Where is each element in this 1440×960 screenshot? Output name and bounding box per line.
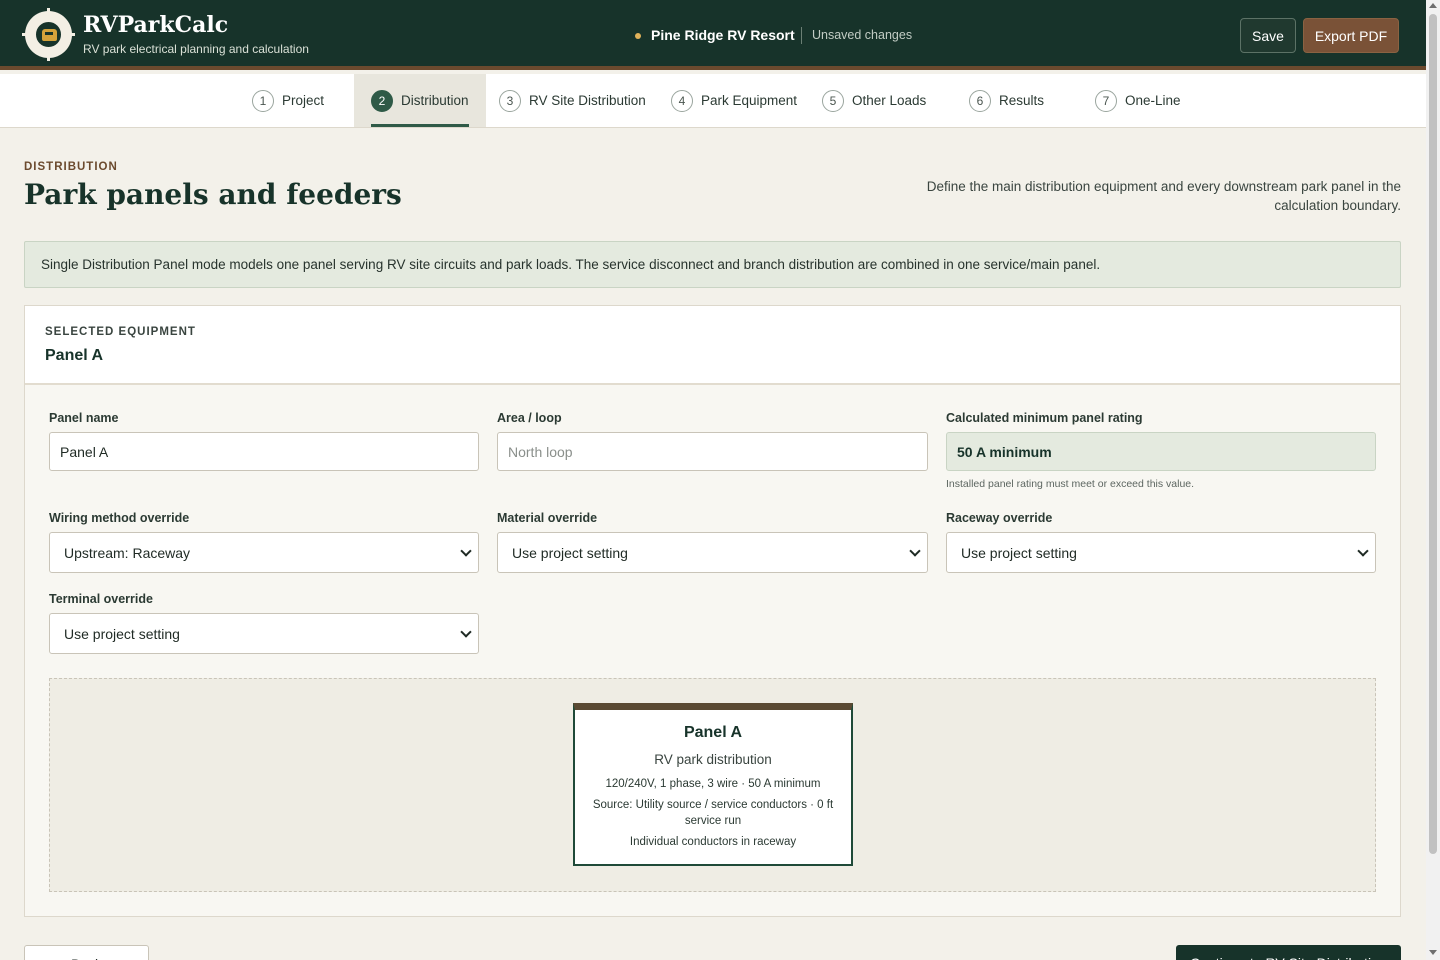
panel-name-input[interactable]: Panel A: [49, 432, 479, 471]
material-value: Use project setting: [512, 544, 628, 561]
panel-node-title: Panel A: [683, 724, 743, 741]
step-label: One-Line: [1125, 93, 1181, 108]
scroll-down-icon[interactable]: [1429, 950, 1437, 955]
project-name: Pine Ridge RV Resort: [651, 27, 795, 43]
page-title: Park panels and feeders: [24, 178, 402, 211]
section-eyebrow: DISTRIBUTION: [24, 161, 118, 173]
step-label: RV Site Distribution: [529, 93, 646, 108]
min-rating-hint: Installed panel rating must meet or exce…: [946, 478, 1195, 490]
panel-node-source: Source: Utility source / service conduct…: [592, 799, 834, 827]
selected-equipment-title: Panel A: [45, 347, 104, 364]
step-number: 7: [1095, 89, 1117, 112]
step-project[interactable]: 1 Project: [252, 74, 324, 127]
raceway-label: Raceway override: [946, 511, 1053, 525]
panel-node[interactable]: Panel A RV park distribution 120/240V, 1…: [573, 703, 853, 866]
active-step-indicator: [371, 124, 469, 127]
card-eyebrow: SELECTED EQUIPMENT: [45, 326, 196, 338]
min-rating-value: 50 A minimum: [946, 432, 1376, 471]
mode-notice: Single Distribution Panel mode models on…: [24, 241, 1401, 288]
step-number: 6: [969, 89, 991, 112]
app-name: RVParkCalc: [83, 12, 229, 38]
unsaved-dot-icon: [635, 33, 641, 39]
step-label: Other Loads: [852, 93, 927, 108]
back-button[interactable]: Back: [24, 945, 149, 960]
panel-node-subtitle: RV park distribution: [654, 752, 772, 767]
step-label: Distribution: [401, 93, 469, 108]
chevron-down-icon: [460, 545, 472, 557]
step-number: 1: [252, 89, 274, 112]
chevron-down-icon: [1357, 545, 1369, 557]
wiring-method-select[interactable]: Upstream: Raceway: [49, 532, 479, 573]
step-label: Park Equipment: [701, 93, 798, 108]
step-number: 5: [822, 89, 844, 112]
raceway-value: Use project setting: [961, 544, 1077, 561]
save-button[interactable]: Save: [1240, 18, 1296, 53]
terminal-select[interactable]: Use project setting: [49, 613, 479, 654]
scrollbar-thumb[interactable]: [1429, 14, 1437, 854]
terminal-value: Use project setting: [64, 625, 180, 642]
panel-node-rating: 120/240V, 1 phase, 3 wire · 50 A minimum: [605, 778, 821, 790]
wiring-method-value: Upstream: Raceway: [64, 544, 191, 561]
card-header: SELECTED EQUIPMENT Panel A: [25, 306, 1400, 385]
panel-node-wiring: Individual conductors in raceway: [629, 836, 797, 848]
step-other-loads[interactable]: 5 Other Loads: [822, 74, 926, 127]
step-park-equipment[interactable]: 4 Park Equipment: [671, 74, 797, 127]
step-number: 3: [499, 89, 521, 112]
divider: [801, 27, 802, 44]
step-navigation: 1 Project 2 Distribution 3 RV Site Distr…: [0, 74, 1426, 128]
step-label: Results: [999, 93, 1045, 108]
area-loop-label: Area / loop: [497, 411, 562, 425]
app-tagline: RV park electrical planning and calculat…: [83, 42, 309, 56]
app-header: RVParkCalc RV park electrical planning a…: [0, 0, 1426, 70]
step-results[interactable]: 6 Results: [969, 74, 1044, 127]
step-number: 4: [671, 89, 693, 112]
continue-button[interactable]: Continue to RV Site Distribution: [1176, 945, 1401, 960]
rv-target-icon: [22, 8, 75, 61]
panel-name-label: Panel name: [49, 411, 119, 425]
step-one-line[interactable]: 7 One-Line: [1095, 74, 1181, 127]
min-rating-label: Calculated minimum panel rating: [946, 411, 1143, 425]
step-label: Project: [282, 93, 325, 108]
page-description: Define the main distribution equipment a…: [926, 179, 1401, 213]
material-label: Material override: [497, 511, 598, 525]
raceway-select[interactable]: Use project setting: [946, 532, 1376, 573]
chevron-down-icon: [909, 545, 921, 557]
save-status: Unsaved changes: [812, 28, 913, 42]
wiring-method-label: Wiring method override: [49, 511, 190, 525]
export-pdf-button[interactable]: Export PDF: [1303, 18, 1399, 53]
step-rv-site-distribution[interactable]: 3 RV Site Distribution: [499, 74, 646, 127]
terminal-label: Terminal override: [49, 592, 153, 606]
chevron-down-icon: [460, 626, 472, 638]
material-select[interactable]: Use project setting: [497, 532, 928, 573]
step-distribution[interactable]: 2 Distribution: [354, 74, 486, 127]
scroll-up-icon[interactable]: [1429, 3, 1437, 8]
area-loop-input[interactable]: North loop: [497, 432, 928, 471]
step-number: 2: [371, 89, 393, 112]
